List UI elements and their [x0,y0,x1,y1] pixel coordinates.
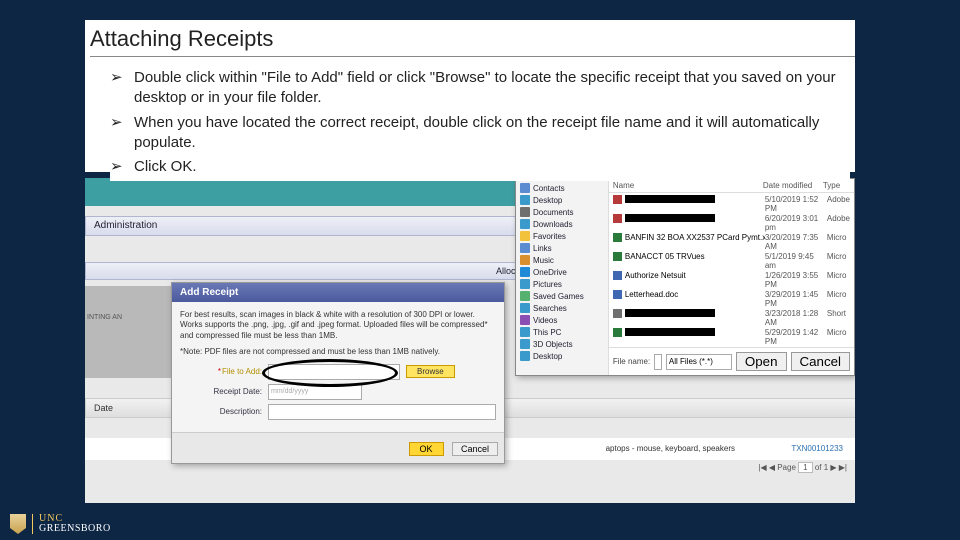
modal-title: Add Receipt [172,283,504,302]
description-input[interactable] [268,404,496,420]
bullet-list: ➢Double click within "File to Add" field… [110,68,850,181]
pager: |◀ ◀ Page 1 of 1 ▶ ▶| [758,462,847,473]
nav-item[interactable]: This PC [520,326,604,338]
nav-item[interactable]: 3D Objects [520,338,604,350]
nav-item[interactable]: Downloads [520,218,604,230]
browse-button[interactable]: Browse [406,365,455,378]
filename-label: File name: [613,357,650,366]
col-name[interactable]: Name [613,181,763,190]
nav-item[interactable]: OneDrive [520,266,604,278]
shield-icon [10,514,26,534]
modal-note: *Note: PDF files are not compressed and … [180,347,496,357]
nav-item[interactable]: Saved Games [520,290,604,302]
ok-button[interactable]: OK [409,442,444,456]
file-row[interactable]: Authorize Netsuit1/26/2019 3:55 PMMicro [613,270,850,289]
file-row[interactable]: 3/23/2018 1:28 AMShort [613,308,850,327]
description-label: Description: [180,407,268,416]
nav-item[interactable]: Videos [520,314,604,326]
col-type[interactable]: Type [823,181,840,190]
receipt-date-label: Receipt Date: [180,387,268,396]
nav-item[interactable]: Contacts [520,182,604,194]
bullet-item: When you have located the correct receip… [134,113,850,154]
bullet-item: Click OK. [134,157,197,177]
file-nav-tree[interactable]: ContactsDesktopDocumentsDownloadsFavorit… [516,179,609,375]
row-description: aptops - mouse, keyboard, speakers [606,438,735,460]
modal-note: For best results, scan images in black &… [180,310,496,341]
file-row[interactable]: 5/29/2019 1:42 PMMicro [613,327,850,346]
nav-item[interactable]: Documents [520,206,604,218]
file-row[interactable]: BANACCT 05 TRVues5/1/2019 9:45 amMicro [613,251,850,270]
receipt-date-input[interactable]: mm/dd/yyyy [268,384,362,400]
filename-input[interactable] [654,354,662,370]
file-row[interactable]: BANFIN 32 BOA XX2537 PCard Pymt.xlsx3/20… [613,232,850,251]
file-row[interactable]: Letterhead.doc3/29/2019 1:45 PMMicro [613,289,850,308]
nav-item[interactable]: Music [520,254,604,266]
nav-item[interactable]: Pictures [520,278,604,290]
file-row[interactable]: 5/10/2019 1:52 PMAdobe [613,194,850,213]
page-input[interactable]: 1 [798,462,812,473]
file-list[interactable]: 5/10/2019 1:52 PMAdobe6/20/2019 3:01 pmA… [609,193,854,347]
add-receipt-modal: Add Receipt For best results, scan image… [171,282,505,464]
nav-item[interactable]: Desktop [520,194,604,206]
nav-item[interactable]: Searches [520,302,604,314]
slide-title: Attaching Receipts [90,26,850,52]
nav-item[interactable]: Links [520,242,604,254]
file-row[interactable]: 6/20/2019 3:01 pmAdobe [613,213,850,232]
footer-logo: UNC GREENSBORO [10,514,111,534]
open-button[interactable]: Open [736,352,787,371]
title-underline [90,56,855,57]
nav-item[interactable]: Desktop [520,350,604,362]
file-open-dialog: ContactsDesktopDocumentsDownloadsFavorit… [515,178,855,376]
file-cancel-button[interactable]: Cancel [791,352,851,371]
file-to-add-input[interactable] [268,364,400,380]
nav-item[interactable]: Favorites [520,230,604,242]
footer-line2: GREENSBORO [39,524,111,534]
file-filter[interactable]: All Files (*.*) [666,354,732,370]
file-to-add-label: File to Add: [180,367,268,376]
txn-link[interactable]: TXN00101233 [791,438,843,460]
bullet-item: Double click within "File to Add" field … [134,68,850,109]
side-band: INTING AN [85,286,174,378]
col-date[interactable]: Date modified [763,181,823,190]
cancel-button[interactable]: Cancel [452,442,498,456]
embedded-screenshot: Administration Allocation INTING AN Date… [85,178,855,503]
